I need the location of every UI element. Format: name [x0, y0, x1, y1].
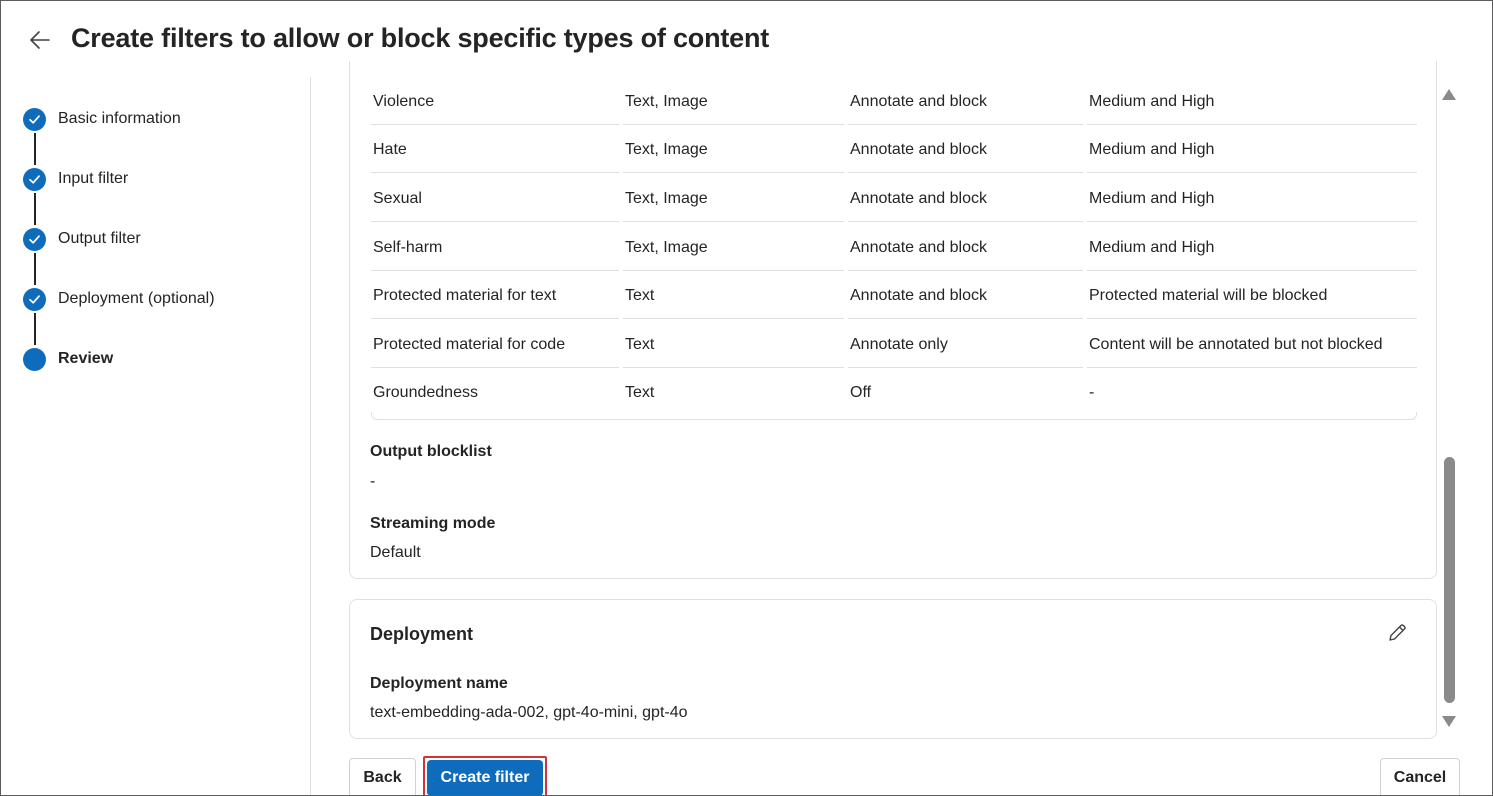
category-cell: Violence — [371, 79, 619, 125]
threshold-cell: Medium and High — [1087, 225, 1417, 271]
category-cell: Protected material for text — [371, 273, 619, 319]
media-cell: Text, Image — [623, 79, 844, 125]
back-button[interactable]: Back — [349, 758, 416, 795]
category-cell: Sexual — [371, 176, 619, 222]
current-step-dot — [23, 347, 46, 371]
action-cell: Annotate and block — [848, 225, 1083, 271]
threshold-cell: Content will be annotated but not blocke… — [1087, 322, 1417, 368]
cancel-button[interactable]: Cancel — [1380, 758, 1460, 795]
category-cell: Hate — [371, 127, 619, 173]
media-cell: Text — [623, 322, 844, 368]
media-cell: Text — [625, 384, 655, 401]
deployment-card: Deployment Deployment name text-embeddin… — [349, 599, 1437, 739]
panel-divider — [310, 77, 311, 795]
step-review[interactable]: Review — [23, 347, 113, 371]
page-title: Create filters to allow or block specifi… — [71, 23, 770, 53]
media-cell: Text — [623, 273, 844, 319]
threshold-cell: Medium and High — [1087, 79, 1417, 125]
threshold-cell: Protected material will be blocked — [1087, 273, 1417, 319]
action-cell: Off — [850, 384, 872, 401]
table-row: Violence Text, Image Annotate and block … — [371, 79, 1417, 128]
table-row: Protected material for code Text Annotat… — [371, 322, 1417, 371]
step-connector — [34, 313, 36, 345]
pencil-icon[interactable] — [1386, 622, 1408, 644]
step-connector — [34, 193, 36, 225]
deployment-name-label: Deployment name — [370, 675, 508, 692]
action-cell: Annotate and block — [848, 273, 1083, 319]
media-cell: Text, Image — [623, 127, 844, 173]
action-cell: Annotate and block — [848, 176, 1083, 222]
table-scroll-edge — [371, 412, 1417, 420]
checkmark-icon — [23, 167, 46, 191]
scrollbar-thumb[interactable] — [1444, 457, 1455, 703]
scroll-up-arrow-icon[interactable] — [1442, 89, 1456, 100]
threshold-cell: Medium and High — [1087, 176, 1417, 222]
action-cell: Annotate and block — [848, 79, 1083, 125]
step-basic-information[interactable]: Basic information — [23, 107, 181, 131]
table-row: Self-harm Text, Image Annotate and block… — [371, 225, 1417, 274]
category-cell: Self-harm — [371, 225, 619, 271]
arrow-left-icon[interactable] — [27, 27, 53, 53]
table-row: Sexual Text, Image Annotate and block Me… — [371, 176, 1417, 225]
step-deployment[interactable]: Deployment (optional) — [23, 287, 215, 311]
threshold-cell: - — [1089, 384, 1095, 401]
checkmark-icon — [23, 227, 46, 251]
step-label: Output filter — [58, 230, 141, 247]
category-cell: Groundedness — [373, 384, 478, 401]
media-cell: Text, Image — [623, 176, 844, 222]
deployment-card-title: Deployment — [370, 624, 474, 644]
app-window: Create filters to allow or block specifi… — [0, 0, 1493, 796]
action-cell: Annotate and block — [848, 127, 1083, 173]
step-label: Review — [58, 350, 114, 367]
step-label: Basic information — [58, 110, 181, 127]
checkmark-icon — [23, 287, 46, 311]
step-input-filter[interactable]: Input filter — [23, 167, 128, 191]
streaming-mode-value: Default — [370, 544, 421, 561]
step-connector — [34, 253, 36, 285]
create-filter-button[interactable]: Create filter — [427, 760, 543, 795]
deployment-name-value: text-embedding-ada-002, gpt-4o-mini, gpt… — [370, 704, 688, 721]
streaming-mode-label: Streaming mode — [370, 515, 496, 532]
category-cell: Protected material for code — [371, 322, 619, 368]
threshold-cell: Medium and High — [1087, 127, 1417, 173]
scroll-down-arrow-icon[interactable] — [1442, 716, 1456, 727]
step-connector — [34, 133, 36, 165]
output-blocklist-value: - — [370, 473, 376, 490]
step-output-filter[interactable]: Output filter — [23, 227, 141, 251]
table-row: Hate Text, Image Annotate and block Medi… — [371, 127, 1417, 176]
action-cell: Annotate only — [848, 322, 1083, 368]
checkmark-icon — [23, 107, 46, 131]
table-row: Protected material for text Text Annotat… — [371, 273, 1417, 322]
step-label: Input filter — [58, 170, 129, 187]
media-cell: Text, Image — [623, 225, 844, 271]
step-label: Deployment (optional) — [58, 290, 215, 307]
output-blocklist-label: Output blocklist — [370, 443, 492, 460]
